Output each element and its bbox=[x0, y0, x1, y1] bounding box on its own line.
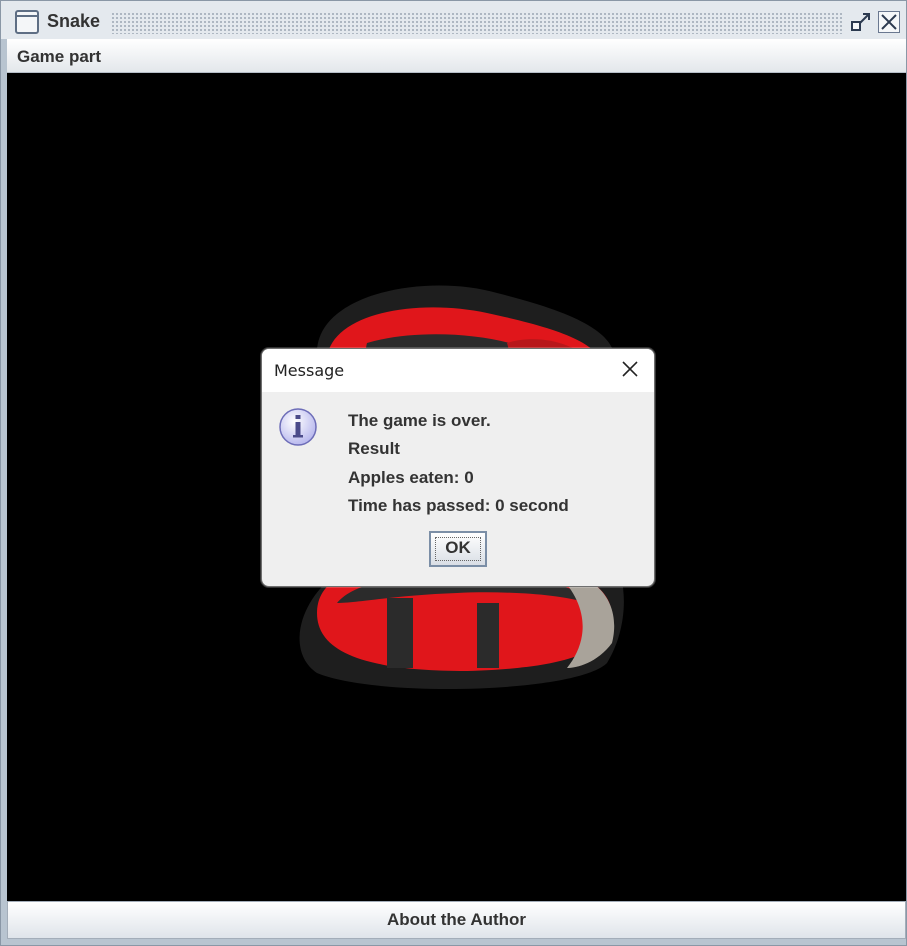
focus-ring bbox=[435, 537, 481, 561]
app-window: Snake Game part About the Author Message… bbox=[0, 0, 907, 946]
ok-button[interactable]: OK bbox=[429, 531, 487, 567]
close-icon bbox=[881, 14, 897, 30]
dialog-title-bar[interactable]: Message bbox=[262, 349, 654, 392]
restore-button[interactable] bbox=[850, 11, 872, 33]
info-icon bbox=[279, 408, 317, 446]
title-bar-pattern bbox=[111, 12, 843, 34]
window-close-button[interactable] bbox=[878, 11, 900, 33]
window-title: Snake bbox=[47, 11, 101, 31]
message-line: Time has passed: 0 second bbox=[348, 496, 569, 515]
close-icon bbox=[622, 361, 638, 377]
about-author-button[interactable]: About the Author bbox=[7, 901, 906, 939]
dialog-close-button[interactable] bbox=[620, 359, 640, 379]
message-dialog: Message The game is over. Result Apples … bbox=[261, 348, 655, 587]
title-bar[interactable]: Snake bbox=[1, 1, 906, 39]
window-icon bbox=[15, 10, 39, 34]
message-line: The game is over. bbox=[348, 411, 491, 430]
message-line: Result bbox=[348, 439, 400, 458]
menu-bar: Game part bbox=[7, 39, 906, 73]
restore-icon bbox=[851, 13, 870, 31]
dialog-title: Message bbox=[274, 361, 345, 380]
message-line: Apples eaten: 0 bbox=[348, 468, 474, 487]
menu-game-part[interactable]: Game part bbox=[17, 47, 101, 67]
